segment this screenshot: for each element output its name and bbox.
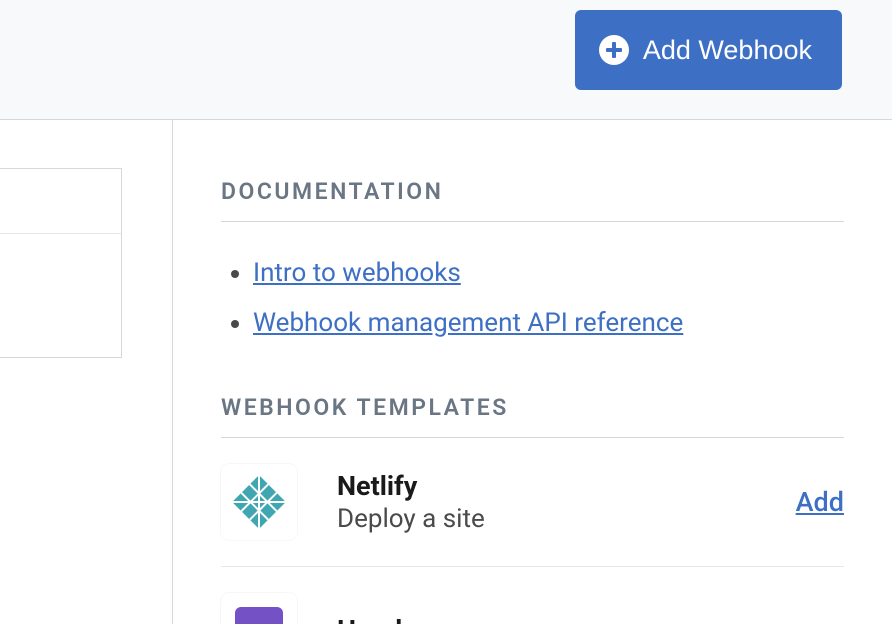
heroku-icon: [221, 593, 297, 624]
template-name: Heroku: [337, 614, 844, 624]
documentation-links-list: Intro to webhooks Webhook management API…: [221, 258, 844, 338]
right-column: Documentation Intro to webhooks Webhook …: [173, 120, 892, 624]
doc-link-intro[interactable]: Intro to webhooks: [253, 258, 461, 288]
top-bar: Add Webhook: [0, 0, 892, 120]
list-item: Intro to webhooks: [253, 258, 844, 288]
documentation-section-title: Documentation: [221, 178, 844, 222]
add-webhook-label: Add Webhook: [643, 35, 812, 66]
template-text: Netlify Deploy a site: [337, 470, 796, 534]
body-row: Documentation Intro to webhooks Webhook …: [0, 120, 892, 624]
template-add-button[interactable]: Add: [796, 486, 844, 518]
template-description: Deploy a site: [337, 504, 796, 534]
netlify-icon: [221, 464, 297, 540]
template-row-netlify: Netlify Deploy a site Add: [221, 438, 844, 567]
template-name: Netlify: [337, 470, 796, 502]
list-item: Webhook management API reference: [253, 308, 844, 338]
doc-link-api-reference[interactable]: Webhook management API reference: [253, 308, 683, 338]
webhook-templates-section-title: Webhook Templates: [221, 394, 844, 438]
plus-circle-icon: [599, 35, 629, 65]
template-text: Heroku: [337, 614, 844, 624]
template-row-heroku: Heroku: [221, 567, 844, 624]
add-webhook-button[interactable]: Add Webhook: [575, 10, 842, 90]
left-card: [0, 168, 122, 358]
left-column: [0, 120, 173, 624]
